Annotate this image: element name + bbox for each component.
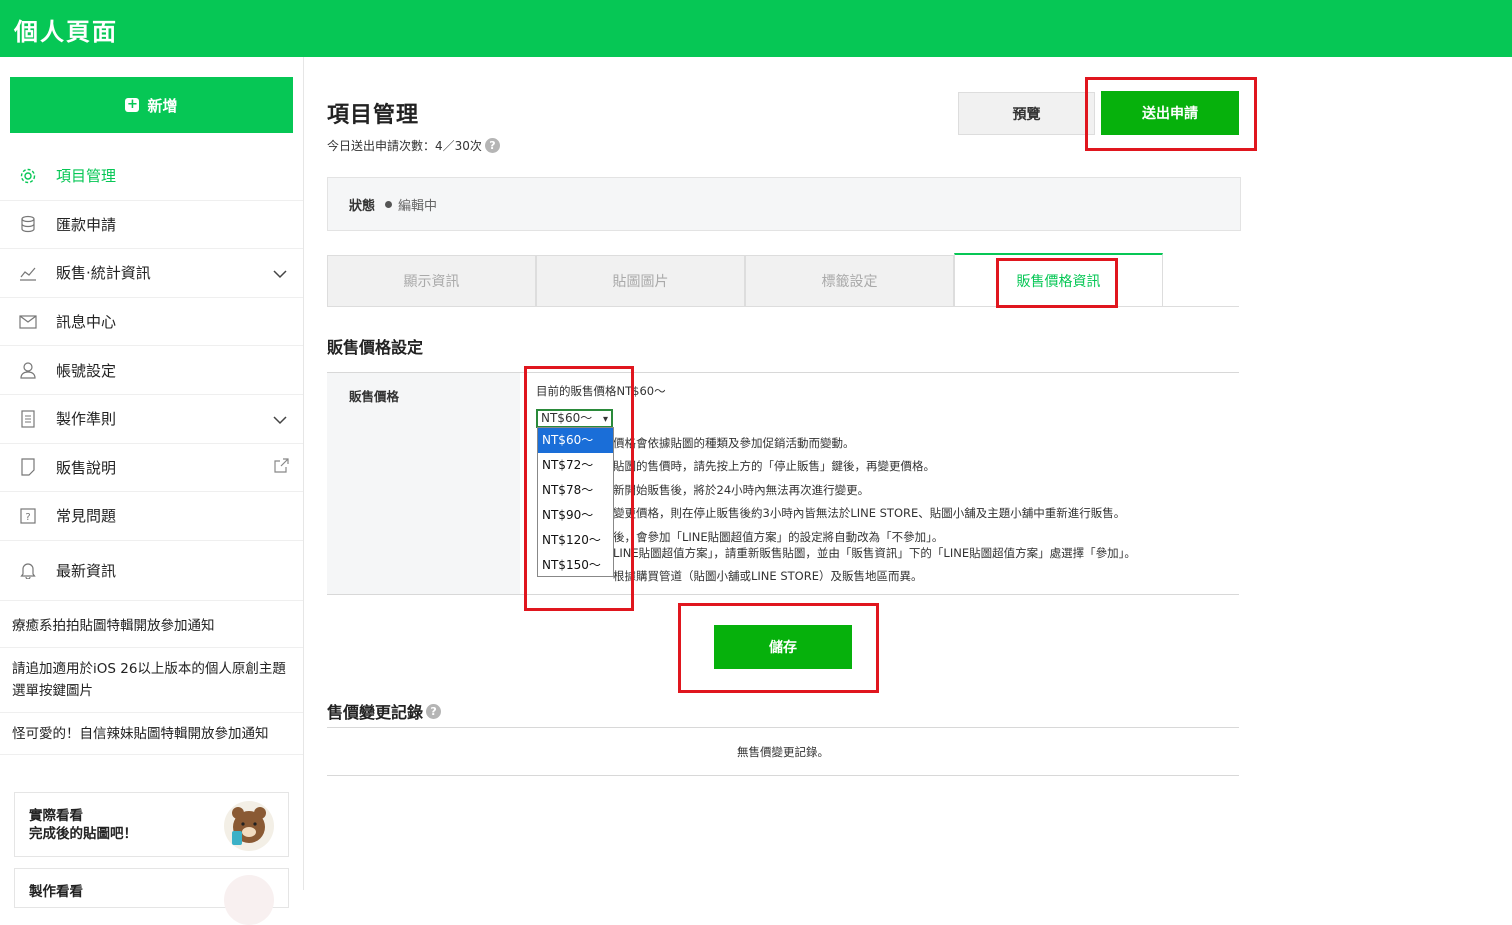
- news-item-text: 請追加適用於iOS 26以上版本的個人原創主題選單按鍵圖片: [12, 661, 286, 699]
- status-label: 狀態: [349, 198, 376, 214]
- page-header-title: 個人頁面: [14, 18, 118, 46]
- status-bar: 狀態 編輯中: [327, 177, 1241, 231]
- document-icon: [18, 409, 38, 429]
- gear-icon: [18, 166, 38, 186]
- news-item[interactable]: 請追加適用於iOS 26以上版本的個人原創主題選單按鍵圖片: [0, 648, 303, 713]
- current-price-text: 目前的販售價格NT$60～: [536, 384, 666, 398]
- news-item[interactable]: 療癒系拍拍貼圖特輯開放參加通知: [0, 604, 303, 648]
- status-dot-icon: [385, 200, 393, 208]
- promo-banner[interactable]: 製作看看: [14, 868, 289, 925]
- preview-button[interactable]: 預覽: [958, 92, 1095, 135]
- new-button-label: 新增: [147, 96, 178, 115]
- sidebar-item-latest-news[interactable]: 最新資訊: [0, 541, 303, 601]
- sidebar-item-project-management[interactable]: 項目管理: [0, 152, 303, 201]
- sidebar-item-faq[interactable]: ? 常見問題: [0, 492, 303, 541]
- news-item[interactable]: 怪可愛的！自信辣妹貼圖特輯開放參加通知: [0, 713, 303, 755]
- chevron-down-icon: ▾: [602, 414, 608, 425]
- tab-bar: 顯示資訊 貼圖圖片 標籤設定 販售價格資訊: [327, 253, 1239, 307]
- save-button[interactable]: 儲存: [714, 625, 852, 669]
- tab-sticker-images[interactable]: 貼圖圖片: [536, 255, 745, 306]
- tab-display-info[interactable]: 顯示資訊: [327, 255, 536, 306]
- sidebar-item-label: 帳號設定: [56, 361, 117, 380]
- section-title: 販售價格設定: [327, 338, 424, 357]
- sidebar-item-label: 販售‧統計資訊: [56, 264, 151, 283]
- price-label: 販售價格: [327, 373, 520, 594]
- price-option[interactable]: NT$60～: [538, 428, 613, 453]
- page-title: 項目管理: [327, 103, 420, 128]
- sidebar-item-messages[interactable]: 訊息中心: [0, 298, 303, 347]
- price-select[interactable]: NT$60～ ▾: [536, 409, 613, 428]
- help-icon[interactable]: ?: [426, 703, 442, 719]
- sidebar-nav: 項目管理 匯款申請 販售‧統計資訊 訊息中心 帳號設定 製作準則 販售說明 ? …: [0, 152, 303, 601]
- price-select-value: NT$60～: [541, 411, 593, 425]
- note-line: 後，會參加「LINE貼圖超值方案」的設定將自動改為「不參加」。: [613, 530, 944, 544]
- history-empty-text: 無售價變更記錄。: [737, 744, 829, 759]
- note-line: 價格會依據貼圖的種類及參加促銷活動而變動。: [613, 436, 855, 450]
- question-icon: ?: [18, 506, 38, 526]
- price-form: 販售價格 目前的販售價格NT$60～ NT$60～ ▾ 價格會依據貼圖的種類及參…: [327, 372, 1239, 595]
- tab-tag-settings[interactable]: 標籤設定: [745, 255, 954, 306]
- sidebar-item-guidelines[interactable]: 製作準則: [0, 395, 303, 444]
- sidebar-item-label: 最新資訊: [56, 561, 117, 580]
- note-line: 根據購買管道（貼圖小舖或LINE STORE）及販售地區而異。: [613, 569, 923, 583]
- status-value: 編輯中: [398, 198, 438, 214]
- bell-icon: [18, 560, 38, 580]
- price-option[interactable]: NT$78～: [538, 478, 613, 503]
- price-dropdown-list: NT$60～ NT$72～ NT$78～ NT$90～ NT$120～ NT$1…: [537, 427, 614, 577]
- sidebar-item-label: 訊息中心: [56, 313, 117, 332]
- submit-request-button[interactable]: 送出申請: [1101, 91, 1239, 135]
- bear-character-image: [224, 801, 274, 851]
- sidebar-item-sales-stats[interactable]: 販售‧統計資訊: [0, 249, 303, 298]
- database-icon: [18, 214, 38, 234]
- user-icon: [18, 360, 38, 380]
- price-option[interactable]: NT$72～: [538, 453, 613, 478]
- svg-text:?: ?: [25, 512, 30, 523]
- price-option[interactable]: NT$150～: [538, 553, 613, 578]
- note-line: 貼圖的售價時，請先按上方的「停止販售」鍵後，再變更價格。: [613, 459, 935, 473]
- news-item-text: 怪可愛的！自信辣妹貼圖特輯開放參加通知: [12, 725, 269, 742]
- sidebar-item-account[interactable]: 帳號設定: [0, 346, 303, 395]
- news-item-text: 療癒系拍拍貼圖特輯開放參加通知: [12, 617, 215, 634]
- external-link-icon: [274, 457, 289, 477]
- history-title: 售價變更記錄 ?: [327, 699, 442, 723]
- help-icon[interactable]: ?: [484, 138, 500, 153]
- sidebar-item-label: 製作準則: [56, 410, 117, 429]
- submission-counter: 今日送出申請次數：4／30次 ?: [327, 137, 500, 154]
- chevron-down-icon[interactable]: [273, 265, 287, 283]
- sidebar-item-label: 販售說明: [56, 458, 117, 477]
- tab-sales-price-info[interactable]: 販售價格資訊: [954, 253, 1163, 306]
- note-line: 新開始販售後，將於24小時內無法再次進行變更。: [613, 483, 870, 497]
- new-button[interactable]: + 新增: [10, 77, 293, 133]
- history-title-text: 售價變更記錄: [327, 703, 424, 722]
- price-option[interactable]: NT$90～: [538, 503, 613, 528]
- note-line: 變更價格，則在停止販售後約3小時內皆無法於LINE STORE、貼圖小舖及主題小…: [613, 506, 1126, 520]
- mail-icon: [18, 312, 38, 332]
- sidebar-item-label: 常見問題: [56, 507, 117, 526]
- price-option[interactable]: NT$120～: [538, 528, 613, 553]
- promo-banner[interactable]: 實際看看 完成後的貼圖吧！: [14, 792, 289, 857]
- rabbit-character-image: [224, 875, 274, 925]
- sidebar: + 新增 項目管理 匯款申請 販售‧統計資訊 訊息中心 帳號設定 製作準則 販售…: [0, 57, 304, 925]
- top-bar: 個人頁面: [0, 0, 1512, 57]
- sidebar-item-label: 項目管理: [56, 167, 117, 186]
- counter-text: 今日送出申請次數：4／30次: [327, 139, 482, 153]
- history-table: 無售價變更記錄。: [327, 727, 1239, 776]
- chart-icon: [18, 263, 38, 283]
- note-icon: [18, 457, 38, 477]
- chevron-down-icon[interactable]: [273, 411, 287, 429]
- plus-icon: +: [125, 97, 140, 112]
- note-line: LINE貼圖超值方案」，請重新販售貼圖，並由「販售資訊」下的「LINE貼圖超值方…: [613, 546, 1136, 560]
- sidebar-item-label: 匯款申請: [56, 215, 117, 234]
- sidebar-item-remittance[interactable]: 匯款申請: [0, 201, 303, 250]
- sidebar-item-sales-guide[interactable]: 販售說明: [0, 444, 303, 493]
